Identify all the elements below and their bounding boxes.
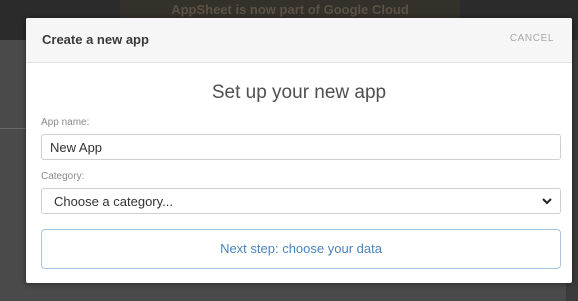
dialog-header: Create a new app CANCEL (26, 18, 572, 63)
cancel-button[interactable]: CANCEL (510, 33, 554, 44)
next-step-button[interactable]: Next step: choose your data (41, 229, 561, 269)
category-select[interactable]: Choose a category... (41, 188, 561, 214)
app-name-input[interactable] (41, 134, 561, 160)
category-label: Category: (41, 171, 85, 182)
create-app-dialog: Create a new app CANCEL Set up your new … (26, 18, 572, 283)
chevron-down-icon (542, 198, 552, 205)
dialog-title: Create a new app (42, 32, 149, 47)
backdrop-divider (0, 128, 26, 129)
category-selected-value: Choose a category... (54, 194, 173, 209)
app-name-label: App name: (41, 117, 90, 128)
setup-heading: Set up your new app (211, 82, 387, 103)
dialog-body: Set up your new app App name: Category: … (26, 82, 572, 269)
